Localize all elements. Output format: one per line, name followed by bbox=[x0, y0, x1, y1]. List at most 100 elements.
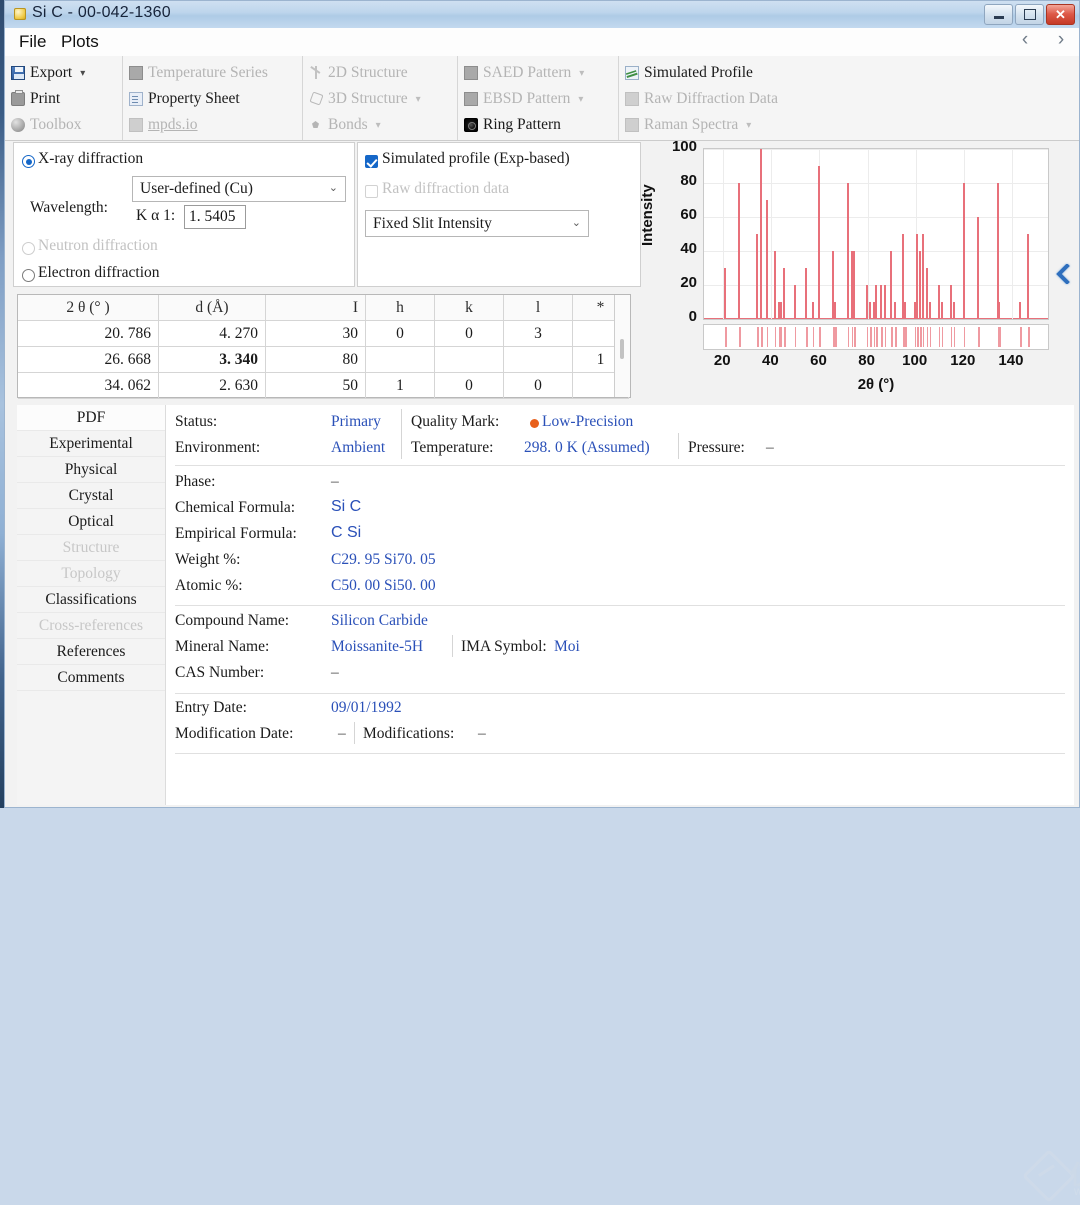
menu-item-file[interactable]: File bbox=[15, 32, 50, 52]
chart-reflection-tick bbox=[917, 327, 919, 347]
bonds-icon bbox=[309, 118, 323, 132]
col-two-theta[interactable]: 2 θ (° ) bbox=[18, 295, 159, 321]
cell-intensity: 30 bbox=[265, 320, 366, 347]
sidebar-item-optical[interactable]: Optical bbox=[17, 509, 165, 535]
saed-pattern-button: SAED Pattern ▾ bbox=[458, 60, 618, 86]
chart-peak bbox=[765, 200, 768, 319]
cell-k: 0 bbox=[434, 320, 504, 347]
chart-reflection-tick bbox=[999, 327, 1001, 347]
window-title: Si C - 00-042-1360 bbox=[32, 4, 171, 21]
table-row[interactable]: 34. 062 2. 630 50 1 0 0 bbox=[18, 372, 629, 399]
printer-icon bbox=[11, 90, 25, 106]
sidebar-item-experimental[interactable]: Experimental bbox=[17, 431, 165, 457]
kalpha1-input[interactable]: 1. 5405 bbox=[184, 205, 246, 229]
next-record-icon[interactable]: › bbox=[1051, 29, 1071, 51]
peak-list-table[interactable]: 2 θ (° ) d (Å) I h k l * 20. 786 4. 270 … bbox=[17, 294, 631, 399]
ribbon-group-patterns: SAED Pattern ▾ EBSD Pattern ▾ Ring Patte… bbox=[457, 56, 618, 140]
print-button[interactable]: Print bbox=[5, 86, 122, 112]
neutron-diffraction-label: Neutron diffraction bbox=[38, 237, 158, 254]
chart-peak bbox=[805, 268, 808, 319]
chart-gridline-vertical bbox=[867, 149, 869, 319]
sidebar-item-pdf[interactable]: PDF bbox=[17, 405, 165, 431]
menu-item-plots[interactable]: Plots bbox=[57, 32, 103, 52]
chart-peak bbox=[998, 302, 1001, 319]
entry-date-label: Entry Date: bbox=[175, 699, 247, 716]
square-icon bbox=[129, 118, 143, 132]
weight-percent-value: C29. 95 Si70. 05 bbox=[331, 551, 436, 568]
toolbox-label: Toolbox bbox=[30, 116, 82, 133]
sidebar-item-physical[interactable]: Physical bbox=[17, 457, 165, 483]
collapse-panel-button[interactable] bbox=[1051, 259, 1075, 289]
entry-date-value: 09/01/1992 bbox=[331, 699, 402, 716]
chevron-down-icon[interactable]: ▾ bbox=[80, 68, 85, 79]
close-icon: ✕ bbox=[1055, 7, 1066, 22]
chart-x-tick-label: 80 bbox=[858, 352, 875, 369]
chart-y-tick-label: 60 bbox=[680, 206, 697, 223]
chart-reflection-tick bbox=[766, 327, 769, 347]
cell-d-spacing: 4. 270 bbox=[158, 320, 266, 347]
table-row[interactable]: 26. 668 3. 340 80 1 bbox=[18, 346, 629, 373]
ring-pattern-button[interactable]: Ring Pattern bbox=[458, 112, 618, 138]
chart-reflection-tick bbox=[761, 327, 763, 347]
col-l[interactable]: l bbox=[503, 295, 573, 321]
table-row[interactable]: 20. 786 4. 270 30 0 0 3 bbox=[18, 320, 629, 347]
chevron-down-icon: ▾ bbox=[578, 93, 584, 105]
chart-reflection-tick bbox=[757, 327, 759, 347]
col-d-spacing[interactable]: d (Å) bbox=[158, 295, 266, 321]
square-icon bbox=[464, 92, 478, 106]
profile-options-panel: Simulated profile (Exp-based) Raw diffra… bbox=[357, 142, 641, 287]
radio-xray-diffraction[interactable] bbox=[22, 155, 35, 168]
molecule-3d-icon bbox=[309, 92, 323, 106]
maximize-button[interactable] bbox=[1015, 4, 1044, 25]
atomic-percent-label: Atomic %: bbox=[175, 577, 243, 594]
chart-peak bbox=[724, 268, 727, 319]
property-sheet-button[interactable]: Property Sheet bbox=[123, 86, 302, 112]
chart-x-ticks: 20 40 60 80 100 120 140 bbox=[703, 352, 1049, 374]
simulated-profile-button[interactable]: Simulated Profile bbox=[619, 60, 818, 86]
minimize-button[interactable] bbox=[984, 4, 1013, 25]
close-button[interactable]: ✕ bbox=[1046, 4, 1075, 25]
chart-plot-area[interactable] bbox=[703, 148, 1049, 320]
mpds-io-button[interactable]: mpds.io bbox=[123, 112, 302, 138]
chart-x-tick-label: 140 bbox=[998, 352, 1024, 369]
col-h[interactable]: h bbox=[365, 295, 435, 321]
phase-value: – bbox=[331, 473, 339, 490]
sidebar-item-references[interactable]: References bbox=[17, 639, 165, 665]
compound-name-label: Compound Name: bbox=[175, 612, 290, 629]
intensity-mode-select[interactable]: Fixed Slit Intensity ⌄ bbox=[365, 210, 589, 237]
ima-symbol-label: IMA Symbol: bbox=[461, 638, 547, 655]
chemical-formula-label: Chemical Formula: bbox=[175, 499, 296, 516]
sidebar-item-comments[interactable]: Comments bbox=[17, 665, 165, 691]
chevron-down-icon: ▾ bbox=[746, 119, 752, 131]
temperature-series-button: Temperature Series bbox=[123, 60, 302, 86]
radio-neutron-diffraction bbox=[22, 242, 35, 255]
watermark-logo-icon bbox=[1022, 1149, 1076, 1203]
chart-y-tick-label: 40 bbox=[680, 240, 697, 257]
sheet-icon bbox=[129, 92, 143, 106]
checkbox-simulated-profile[interactable] bbox=[365, 155, 378, 168]
chart-reflection-tick bbox=[963, 327, 966, 347]
weight-percent-label: Weight %: bbox=[175, 551, 241, 568]
chart-reflection-tick bbox=[794, 327, 797, 347]
modifications-value: – bbox=[478, 725, 486, 742]
col-intensity[interactable]: I bbox=[265, 295, 366, 321]
col-k[interactable]: k bbox=[434, 295, 504, 321]
database-record-icon bbox=[14, 8, 26, 20]
chart-y-ticks: 0 20 40 60 80 100 bbox=[649, 138, 697, 332]
ribbon-group-structure: 2D Structure 3D Structure ▾ Bonds ▾ bbox=[302, 56, 457, 140]
radio-electron-diffraction[interactable] bbox=[22, 269, 35, 282]
chart-peak bbox=[880, 285, 883, 319]
previous-record-icon[interactable]: ‹ bbox=[1015, 29, 1035, 51]
ribbon-group-profiles: Simulated Profile Raw Diffraction Data R… bbox=[618, 56, 818, 140]
simulated-profile-label: Simulated Profile bbox=[644, 64, 753, 81]
sidebar-item-crystal[interactable]: Crystal bbox=[17, 483, 165, 509]
chart-peak bbox=[894, 302, 896, 319]
wavelength-source-select[interactable]: User-defined (Cu) ⌄ bbox=[132, 176, 346, 202]
table-scrollbar-thumb[interactable] bbox=[620, 339, 624, 359]
chart-peak bbox=[904, 302, 907, 319]
export-button[interactable]: Export ▾ bbox=[5, 60, 122, 86]
sidebar-item-classifications[interactable]: Classifications bbox=[17, 587, 165, 613]
ring-pattern-icon bbox=[464, 118, 478, 132]
table-scrollbar[interactable] bbox=[614, 295, 630, 397]
chart-reflection-tick bbox=[870, 327, 872, 347]
